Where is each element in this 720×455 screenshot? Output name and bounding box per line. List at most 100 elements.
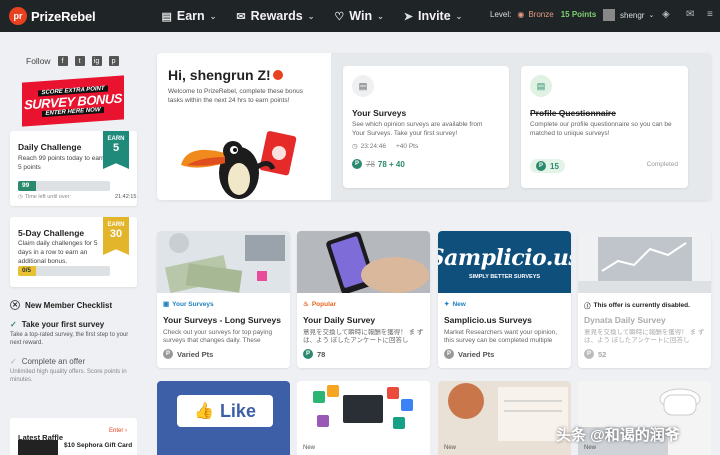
latest-raffle-card: Latest Raffle Enter › $10 Sephora Gift C… — [10, 418, 137, 455]
greeting: Hi, shengrun Z! — [168, 67, 271, 83]
daily-challenge-card[interactable]: Daily Challenge Reach 99 points today to… — [10, 131, 137, 206]
old-points: 78 — [366, 159, 375, 169]
offer-desc: 意見を交換して瞬時に報酬を獲得！ ま ず は、よう ぼしたアンケートに回答し — [303, 329, 424, 344]
survey-stack-icon: ▤ — [352, 75, 374, 97]
twitter-icon[interactable]: t — [74, 56, 85, 66]
paper-plane-icon: ➤ — [403, 10, 414, 23]
mail-icon[interactable]: ✉ — [686, 9, 694, 20]
points-balance: 15 Points — [560, 10, 597, 19]
offer-desc: Check out your surveys for top paying su… — [163, 329, 273, 344]
offer-tag-label: Popular — [311, 300, 337, 308]
offer-desc: Market Researchers want your opinion, th… — [444, 329, 558, 344]
offer-card-bottom[interactable]: New — [438, 381, 571, 455]
username: shengr — [620, 10, 645, 20]
raffle-enter-link[interactable]: Enter › — [109, 428, 127, 434]
offer-tag-label: New — [452, 300, 466, 308]
nav-invite[interactable]: ➤ Invite ⌄ — [404, 9, 463, 23]
chevron-down-icon: ⌄ — [648, 12, 655, 19]
task-bonus: +40 Pts — [395, 142, 419, 150]
notebook-image — [438, 381, 571, 455]
nav-rewards[interactable]: ✉ Rewards ⌄ — [236, 9, 314, 23]
five-day-challenge-card[interactable]: 5-Day Challenge Claim daily challenges f… — [10, 217, 137, 287]
checklist-item-title: Take your first survey — [21, 320, 105, 329]
samplicious-logo-image: Samplicio.us SIMPLY BETTER SURVEYS — [438, 231, 571, 293]
fire-icon: ♨ — [303, 301, 309, 308]
info-icon: ⓘ — [584, 303, 591, 310]
nav-earn[interactable]: ▤ Earn ⌄ — [161, 9, 216, 23]
five-day-progress-fill: 0/5 — [18, 266, 37, 276]
nav-rewards-label: Rewards — [250, 9, 303, 23]
daily-challenge-title: Daily Challenge — [18, 142, 82, 152]
pinterest-icon[interactable]: p — [108, 56, 119, 66]
offer-points: P 78 — [303, 349, 325, 359]
task-meta: ◷ 23:24:46 +40 Pts — [352, 142, 419, 151]
raffle-prize: $10 Sephora Gift Card — [64, 442, 133, 449]
menu-icon[interactable]: ≡ — [707, 9, 713, 20]
offer-card[interactable]: Samplicio.us SIMPLY BETTER SURVEYS ✦ New… — [438, 231, 571, 368]
nav-earn-label: Earn — [176, 9, 205, 23]
five-day-desc: Claim daily challenges for 5 days in a r… — [18, 240, 98, 265]
facebook-icon[interactable]: f — [57, 56, 68, 66]
task-points: P 78 78 + 40 — [352, 159, 405, 169]
user-menu[interactable]: shengr ⌄ — [603, 9, 654, 21]
offer-title: Your Surveys - Long Surveys — [163, 315, 281, 325]
offer-card[interactable]: ♨ Popular Your Daily Survey 意見を交換して瞬時に報酬… — [297, 231, 430, 368]
like-image: 👍 Like — [157, 381, 290, 455]
offer-card-bottom[interactable]: 👍 Like — [157, 381, 290, 455]
nav-win-label: Win — [349, 9, 373, 23]
task-title: Your Surveys — [352, 108, 407, 118]
like-label: Like — [219, 400, 256, 421]
task-status: Completed — [646, 161, 678, 168]
points-icon: P — [303, 349, 313, 359]
checklist-item[interactable]: ✓ Complete an offer Unlimited high qualit… — [10, 357, 137, 384]
checklist-item-desc: Unlimited high quality offers. Score poi… — [10, 369, 127, 383]
close-icon[interactable]: ✕ — [10, 300, 20, 310]
new-member-checklist: ✕ New Member Checklist ✓ Take your first … — [10, 300, 137, 384]
bronze-badge-icon: ◉ — [517, 10, 525, 19]
checklist-item[interactable]: ✓ Take your first survey Take a top-rated… — [10, 320, 137, 347]
logo[interactable]: pr PrizeRebel — [9, 7, 96, 25]
task-desc: See which opinion surveys are available … — [352, 121, 483, 137]
rebel-badge-icon — [273, 70, 283, 80]
level-value: Bronze — [528, 10, 554, 19]
points-icon: P — [536, 161, 546, 171]
five-day-progress-bar: 0/5 — [18, 266, 110, 276]
offer-points-value: 52 — [598, 349, 607, 359]
nav-win[interactable]: ♡ Win ⌄ — [334, 9, 383, 23]
instagram-icon[interactable]: ig — [91, 56, 102, 66]
offer-card-bottom[interactable]: New — [297, 381, 430, 455]
offer-tag-label: New — [444, 445, 457, 451]
time-left-value: 21:42:15 — [115, 194, 137, 200]
offer-card[interactable]: ▣ Your Surveys Your Surveys - Long Surve… — [157, 231, 290, 368]
points-icon: P — [163, 349, 173, 359]
raffle-prize-image — [18, 440, 58, 455]
offer-tag: ⓘ This offer is currently disabled. — [584, 300, 690, 311]
offer-desc: 意見を交換して瞬時に報酬を獲得！ ま ず は、よう ぼしたアンケートに回答し — [584, 329, 705, 344]
checklist-item-desc: Take a top-rated survey, the first step … — [10, 332, 129, 346]
survey-bonus-banner[interactable]: SCORE EXTRA POINT SURVEY BONUS ENTER HER… — [22, 75, 124, 127]
offer-points: P Varied Pts — [163, 349, 213, 359]
survey-tag-icon: ▣ — [163, 301, 170, 308]
avatar — [603, 9, 615, 21]
task-points-value: 15 — [550, 161, 559, 171]
follow-bar: Follow f t ig p — [26, 56, 119, 66]
gift-icon: ✉ — [236, 10, 246, 23]
level-label: Level: — [490, 10, 512, 19]
new-points: 78 + 40 — [377, 159, 405, 169]
nav-invite-label: Invite — [418, 9, 451, 23]
chevron-down-icon: ⌄ — [307, 11, 315, 21]
level-indicator: Level: ◉ Bronze 15 Points — [490, 10, 596, 19]
offer-points-value: Varied Pts — [177, 349, 214, 359]
survey-stack-icon: ▤ — [530, 75, 552, 97]
task-your-surveys[interactable]: ▤ Your Surveys See which opinion surveys… — [343, 66, 509, 188]
follow-label: Follow — [26, 56, 51, 66]
offer-image-charts — [578, 231, 711, 293]
tag-icon[interactable]: ◈ — [662, 9, 670, 20]
offer-image-money — [157, 231, 290, 293]
task-desc: Complete our profile questionnaire so yo… — [530, 121, 672, 137]
checklist-title: New Member Checklist — [25, 300, 113, 310]
samplicious-logo-text: Samplicio.us — [438, 244, 571, 271]
task-profile-questionnaire[interactable]: ▤ Profile Questionnaire Complete our pro… — [521, 66, 688, 188]
offer-tag: ♨ Popular — [303, 300, 337, 309]
offer-tag-label: New — [303, 445, 316, 451]
